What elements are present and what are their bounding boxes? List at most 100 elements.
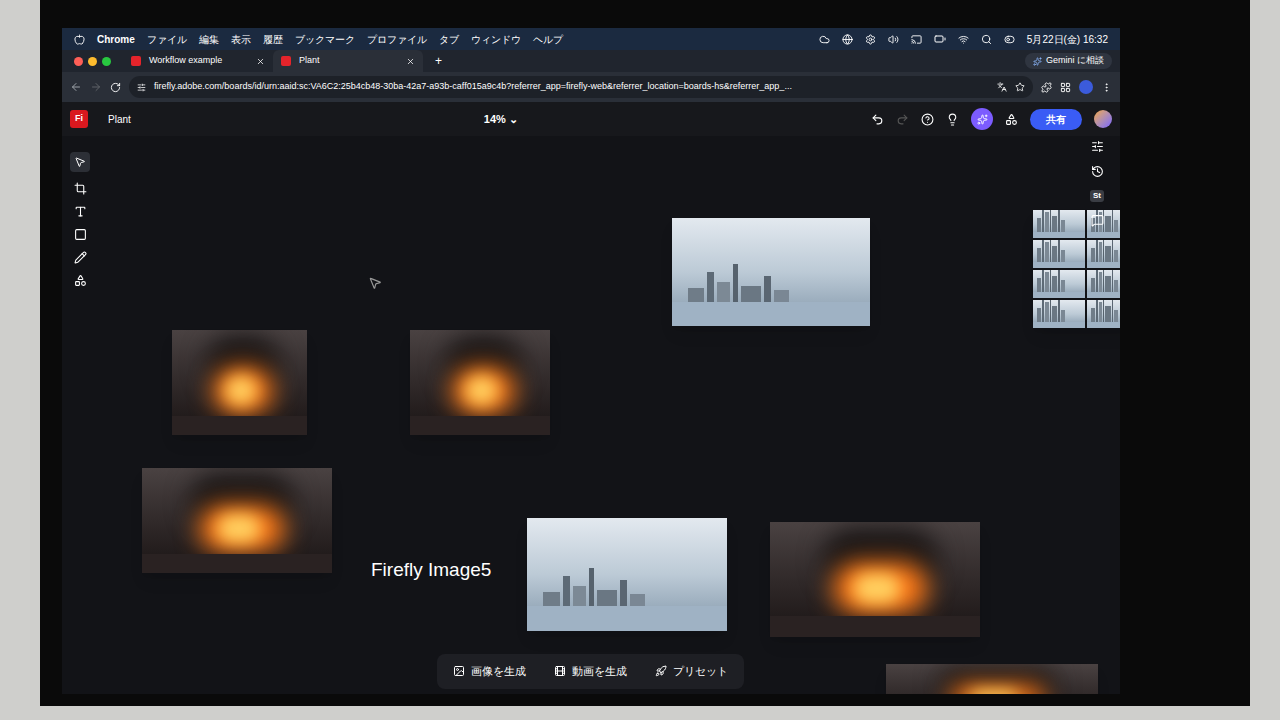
minimize-dot[interactable]	[88, 57, 97, 66]
search-icon[interactable]	[981, 34, 992, 45]
menu-item[interactable]: タブ	[439, 32, 459, 47]
menu-item[interactable]: ウィンドウ	[471, 32, 521, 47]
control-center-icon[interactable]	[1004, 34, 1015, 45]
fire-image	[172, 330, 307, 435]
menu-item[interactable]: Chrome	[97, 32, 135, 47]
plant-image	[1087, 300, 1121, 328]
clock[interactable]: 5月22日(金) 16:32	[1027, 32, 1108, 47]
plant-image	[1087, 240, 1121, 268]
zoom-dot[interactable]	[102, 57, 111, 66]
sparkle-icon	[1033, 57, 1042, 66]
canvas-image[interactable]	[142, 468, 332, 573]
canvas-image[interactable]	[172, 330, 307, 435]
rocket-icon	[655, 665, 667, 677]
menu-item[interactable]: 表示	[231, 32, 251, 47]
select-tool[interactable]	[70, 152, 90, 172]
generate-button[interactable]	[971, 108, 993, 130]
right-toolbar: St	[1090, 140, 1104, 227]
monitor: Chrome ファイル編集表示履歴ブックマークプロファイルタブウィンドウヘルプ 5月…	[40, 0, 1250, 706]
screen: Chrome ファイル編集表示履歴ブックマークプロファイルタブウィンドウヘルプ 5月…	[62, 28, 1120, 694]
favicon-icon	[281, 56, 291, 66]
apps-icon[interactable]	[1005, 113, 1018, 126]
gear-icon[interactable]	[865, 34, 876, 45]
history-icon[interactable]	[1091, 165, 1104, 178]
wifi-icon[interactable]	[958, 34, 969, 45]
app-header: Fi Plant 14% ⌄ 共有	[62, 102, 1120, 136]
generate-option[interactable]: プリセット	[643, 658, 740, 685]
comment-icon[interactable]	[1091, 214, 1104, 227]
canvas-label[interactable]: Firefly Image5	[371, 556, 491, 585]
user-avatar[interactable]	[1094, 110, 1112, 128]
text-icon[interactable]	[74, 205, 87, 218]
menu-item[interactable]: プロファイル	[367, 32, 427, 47]
bookmark-icon[interactable]	[1015, 82, 1025, 92]
shape-icon[interactable]	[74, 228, 87, 241]
zoom-level[interactable]: 14% ⌄	[484, 111, 518, 128]
settings-icon[interactable]	[1091, 140, 1104, 153]
fire-image	[142, 468, 332, 573]
bottom-bar: 画像を生成動画を生成プリセット	[437, 654, 744, 689]
video-icon	[554, 665, 566, 677]
menu-item[interactable]: ヘルプ	[533, 32, 563, 47]
reload-icon[interactable]	[110, 82, 121, 93]
redo-icon[interactable]	[896, 113, 909, 126]
left-toolbar	[66, 148, 94, 291]
forward-icon[interactable]	[90, 81, 102, 93]
menu-item[interactable]: ファイル	[147, 32, 187, 47]
canvas-image[interactable]	[410, 330, 550, 435]
volume-icon[interactable]	[888, 34, 899, 45]
sparkle-icon	[977, 114, 988, 125]
assets-icon[interactable]	[74, 274, 87, 287]
canvas-image[interactable]	[1033, 210, 1120, 328]
stock-button[interactable]: St	[1090, 190, 1104, 202]
lightbulb-icon[interactable]	[946, 113, 959, 126]
generate-option[interactable]: 動画を生成	[542, 658, 639, 685]
plant-image	[672, 218, 870, 326]
fire-image	[886, 664, 1098, 694]
translate-icon[interactable]	[997, 82, 1007, 92]
gemini-button[interactable]: Gemini に相談	[1025, 53, 1112, 69]
more-icon[interactable]	[1101, 82, 1112, 93]
plant-image	[1033, 270, 1085, 298]
cursor-icon	[368, 276, 382, 290]
profile-avatar[interactable]	[1079, 80, 1093, 94]
menu-item[interactable]: 履歴	[263, 32, 283, 47]
browser-tab[interactable]: Workflow example	[123, 50, 273, 72]
canvas-image[interactable]	[527, 518, 727, 631]
board-title[interactable]: Plant	[108, 112, 131, 127]
canvas-image[interactable]	[770, 522, 980, 637]
undo-icon[interactable]	[871, 113, 884, 126]
close-tab-icon[interactable]	[256, 57, 265, 66]
fire-image	[770, 522, 980, 637]
new-tab-button[interactable]: +	[423, 52, 454, 70]
apple-icon[interactable]	[74, 34, 85, 45]
battery-icon[interactable]	[934, 33, 946, 45]
plant-image	[1087, 270, 1121, 298]
share-button[interactable]: 共有	[1030, 109, 1082, 130]
plant-image	[1033, 300, 1085, 328]
tab-bar: Workflow examplePlant+ Gemini に相談	[62, 50, 1120, 72]
firefly-logo[interactable]: Fi	[70, 110, 88, 128]
board-canvas[interactable]: Firefly Image5 St 画像を生成動画を生成プリセット	[62, 136, 1120, 694]
extensions-icon[interactable]	[1041, 82, 1052, 93]
canvas-image[interactable]	[672, 218, 870, 326]
pencil-icon[interactable]	[74, 251, 87, 264]
help-icon[interactable]	[921, 113, 934, 126]
menu-item[interactable]: ブックマーク	[295, 32, 355, 47]
browser-tab[interactable]: Plant	[273, 50, 423, 72]
cloud-icon[interactable]	[819, 34, 830, 45]
frame-icon[interactable]	[74, 182, 87, 195]
globe-icon[interactable]	[842, 34, 853, 45]
back-icon[interactable]	[70, 81, 82, 93]
sidebar-icon[interactable]	[1060, 82, 1071, 93]
fire-image	[410, 330, 550, 435]
site-info-icon[interactable]	[137, 83, 146, 92]
generate-option[interactable]: 画像を生成	[441, 658, 538, 685]
close-tab-icon[interactable]	[406, 57, 415, 66]
canvas-image[interactable]	[886, 664, 1098, 694]
menu-item[interactable]: 編集	[199, 32, 219, 47]
screen-icon[interactable]	[911, 34, 922, 45]
plant-image	[527, 518, 727, 631]
close-dot[interactable]	[74, 57, 83, 66]
address-field[interactable]: firefly.adobe.com/boards/id/urn:aaid:sc:…	[129, 76, 1033, 98]
